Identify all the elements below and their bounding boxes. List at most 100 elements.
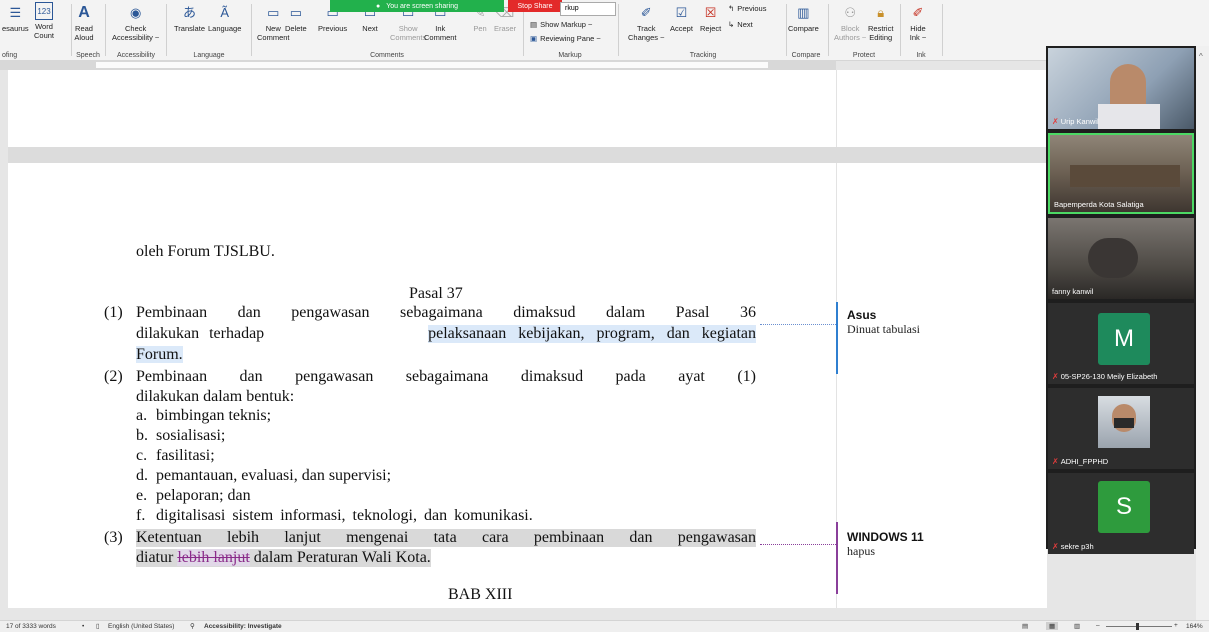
muted-mic-icon: ✗: [1052, 117, 1059, 126]
item-number: (3): [104, 529, 123, 546]
bab-heading: BAB XIII: [448, 586, 513, 603]
zoom-slider[interactable]: [1106, 626, 1172, 627]
video-participants-panel: ✗ Urip Kanwil Bapemperda Kota Salatiga fa…: [1046, 46, 1196, 554]
word-count-status[interactable]: 17 of 3333 words: [6, 623, 56, 630]
participant-tile[interactable]: M ✗ 05-SP26-130 Meily Elizabeth: [1048, 303, 1194, 384]
item1-line3: Forum.: [136, 346, 183, 364]
compare-button[interactable]: ▥ Compare: [788, 2, 819, 34]
muted-mic-icon: ✗: [1052, 542, 1059, 551]
block-authors-button[interactable]: ⚇ Block Authors ~: [834, 2, 866, 43]
translate-button[interactable]: あ Translate: [174, 2, 205, 34]
reject-button[interactable]: ☒ Reject: [700, 2, 721, 34]
deleted-text[interactable]: lebih lanjut: [177, 549, 250, 566]
protect-group-label: Protect: [852, 52, 876, 59]
language-status[interactable]: English (United States): [108, 623, 174, 630]
track-changes-icon: ✐: [640, 4, 652, 20]
word-count-button[interactable]: 123 Word Count: [34, 2, 54, 40]
scroll-up-icon[interactable]: ^: [1199, 52, 1203, 61]
show-markup-icon: ▤: [530, 20, 538, 29]
comment-balloon[interactable]: Asus Dinuat tabulasi: [847, 308, 920, 337]
read-aloud-button[interactable]: A Read Aloud: [74, 2, 94, 42]
zoom-level[interactable]: 164%: [1186, 623, 1203, 630]
commented-text[interactable]: pelaksanaan kebijakan, program, dan kegi…: [428, 325, 756, 343]
participant-tile[interactable]: ✗ Urip Kanwil: [1048, 48, 1194, 129]
participant-avatar: M: [1098, 313, 1150, 365]
participant-video: [1098, 396, 1150, 448]
ink-group-label: Ink: [916, 52, 926, 59]
thesaurus-icon: ☰: [9, 4, 22, 20]
delete-comment-button[interactable]: ▭ Delete: [285, 2, 307, 34]
next-change-button[interactable]: ↳ Next: [728, 20, 753, 29]
show-markup-button[interactable]: ▤ Show Markup ~: [530, 20, 592, 29]
markup-display-dropdown[interactable]: rkup: [560, 2, 616, 16]
comment-text: hapus: [847, 544, 875, 558]
web-layout-icon[interactable]: ▥: [1074, 622, 1080, 630]
document-page-previous[interactable]: [8, 70, 836, 147]
vertical-scrollbar[interactable]: ^: [1196, 46, 1209, 620]
ribbon-divider: [71, 4, 72, 56]
speech-group-label: Speech: [76, 52, 100, 59]
list-item: f. digitalisasi sistem informasi, teknol…: [136, 507, 533, 524]
thesaurus-button[interactable]: ☰ esaurus: [2, 2, 29, 34]
ribbon-divider: [786, 4, 787, 56]
participant-tile-active-speaker[interactable]: Bapemperda Kota Salatiga: [1048, 133, 1194, 214]
sub-item-list: a. bimbingan teknis; b. sosialisasi; c. …: [136, 407, 533, 527]
hide-ink-icon: ✐: [912, 4, 924, 20]
markup-group-label: Markup: [558, 52, 582, 59]
item-number: (2): [104, 368, 123, 385]
reviewing-pane-button[interactable]: ▣ Reviewing Pane ~: [530, 34, 601, 43]
zoom-slider-thumb[interactable]: [1136, 623, 1139, 630]
muted-mic-icon: ✗: [1052, 372, 1059, 381]
ribbon-divider: [942, 4, 943, 56]
previous-change-button[interactable]: ↰ Previous: [728, 4, 766, 13]
item3-line2[interactable]: diatur lebih lanjut dalam Peraturan Wali…: [136, 549, 431, 567]
stop-share-button[interactable]: Stop Share: [508, 0, 562, 12]
document-page[interactable]: oleh Forum TJSLBU. Pasal 37 (1) Pembinaa…: [8, 163, 836, 608]
status-bar: 17 of 3333 words • ▯ English (United Sta…: [0, 620, 1209, 632]
hide-ink-button[interactable]: ✐ Hide Ink ~: [908, 2, 928, 43]
accessibility-status-icon: ⚲: [190, 623, 195, 630]
zoom-in-icon[interactable]: +: [1174, 622, 1178, 629]
proofing-status-icon[interactable]: ▯: [96, 622, 100, 630]
ribbon: ☰ esaurus 123 Word Count ofing A Read Al…: [0, 0, 1209, 61]
sharing-indicator-icon: ●: [376, 2, 381, 10]
comment-connector-line: [760, 544, 836, 545]
participant-video: [1098, 104, 1160, 129]
next-change-icon: ↳: [728, 20, 735, 29]
language-button[interactable]: Ã Language: [208, 2, 241, 34]
ribbon-divider: [105, 4, 106, 56]
participant-tile[interactable]: fanny kanwil: [1048, 218, 1194, 299]
language-group-label: Language: [193, 52, 225, 59]
commented-text[interactable]: Forum.: [136, 346, 183, 363]
comment-balloon[interactable]: WINDOWS 11 hapus: [847, 530, 924, 559]
read-mode-icon[interactable]: ▤: [1022, 622, 1028, 630]
compare-group-label: Compare: [791, 52, 821, 59]
comments-group-label: Comments: [370, 52, 404, 59]
check-accessibility-button[interactable]: ◉ Check Accessibility ~: [112, 2, 159, 43]
previous-change-icon: ↰: [728, 4, 735, 13]
comment-bar: [836, 522, 838, 594]
ruler-text-area: [96, 62, 768, 68]
ribbon-divider: [900, 4, 901, 56]
word-count-icon: 123: [35, 2, 53, 20]
participant-avatar: S: [1098, 481, 1150, 533]
list-item: d. pemantauan, evaluasi, dan supervisi;: [136, 467, 392, 484]
zoom-out-icon[interactable]: –: [1096, 622, 1100, 629]
comment-author: WINDOWS 11: [847, 530, 924, 544]
participant-name: ✗ ADHI_FPPHD: [1052, 457, 1109, 466]
new-comment-icon: ▭: [267, 4, 280, 20]
reject-icon: ☒: [704, 4, 717, 20]
track-changes-button[interactable]: ✐ Track Changes ~: [628, 2, 665, 43]
restrict-editing-button[interactable]: 🔒︎ Restrict Editing: [868, 2, 893, 43]
item1-line1: Pembinaan dan pengawasan sebagaimana dim…: [136, 304, 756, 321]
list-item: a. bimbingan teknis;: [136, 407, 272, 424]
lock-icon: 🔒︎: [877, 4, 885, 20]
participant-tile[interactable]: S ✗ sekre p3h: [1048, 473, 1194, 554]
accessibility-status[interactable]: Accessibility: Investigate: [204, 623, 282, 630]
print-layout-icon[interactable]: ▦: [1046, 622, 1059, 630]
list-item: b. sosialisasi;: [136, 427, 226, 444]
ribbon-divider: [251, 4, 252, 56]
item3-line1[interactable]: Ketentuan lebih lanjut mengenai tata car…: [136, 529, 756, 547]
accept-button[interactable]: ☑ Accept: [670, 2, 693, 34]
participant-tile[interactable]: ✗ ADHI_FPPHD: [1048, 388, 1194, 469]
